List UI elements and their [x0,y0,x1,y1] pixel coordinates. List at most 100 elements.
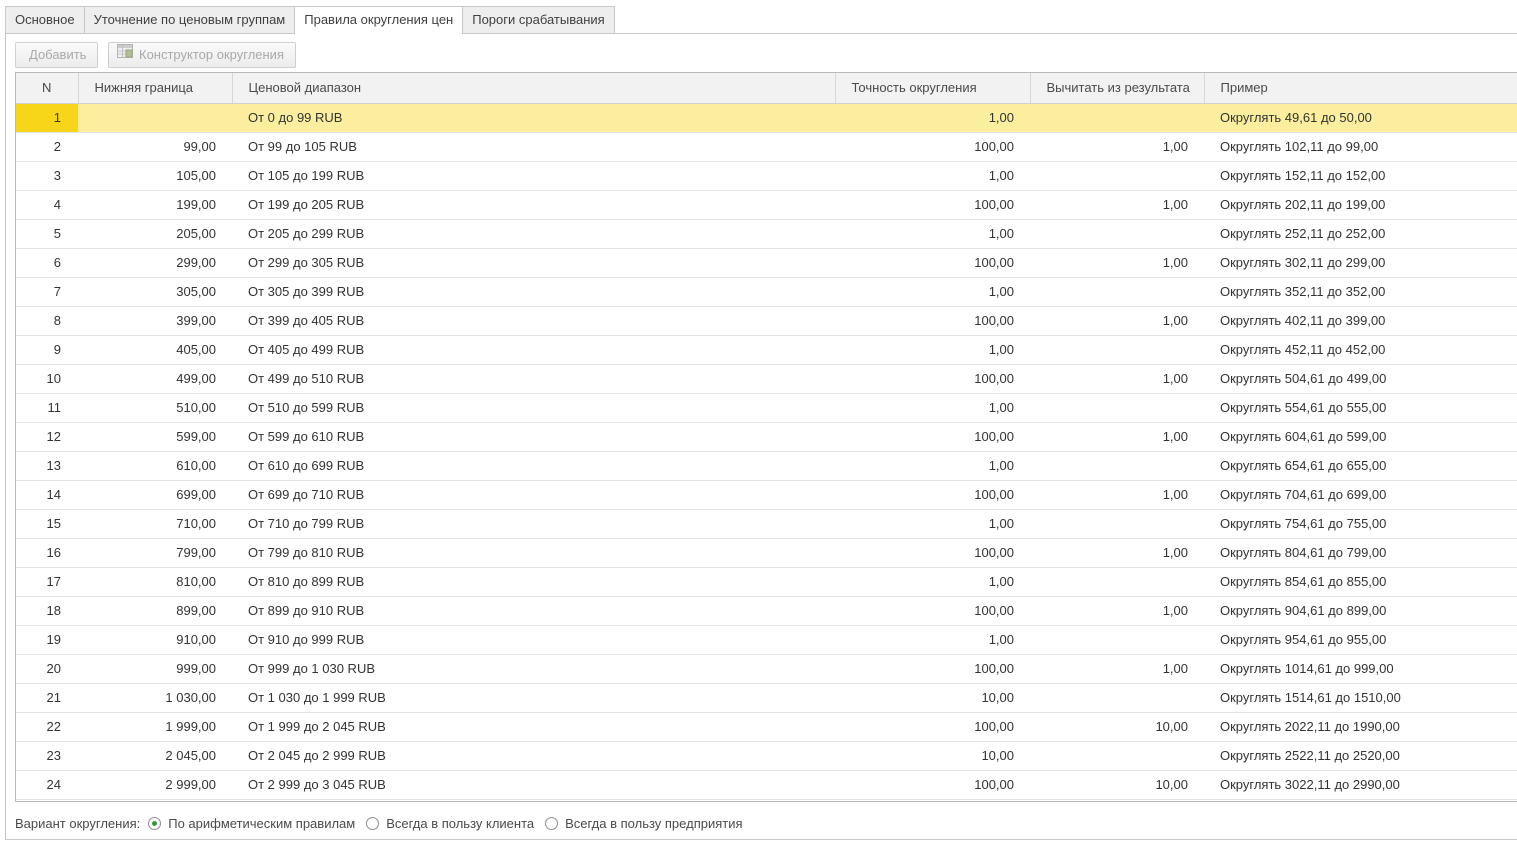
cell-example[interactable]: Округлять 102,11 до 99,00 [1204,132,1517,162]
cell-precision[interactable]: 1,00 [835,103,1030,133]
cell-price-range[interactable]: От 999 до 1 030 RUB [232,654,835,684]
cell-n[interactable]: 4 [16,190,78,220]
cell-subtract[interactable] [1030,567,1204,597]
cell-n[interactable]: 6 [16,248,78,278]
cell-n[interactable]: 13 [16,451,78,481]
cell-n[interactable]: 18 [16,596,78,626]
table-row[interactable]: 7 305,00 От 305 до 399 RUB 1,00 Округлять 35… [16,277,1517,307]
radio-arithmetic[interactable]: По арифметическим правилам [148,816,355,831]
cell-subtract[interactable]: 10,00 [1030,712,1204,742]
cell-subtract[interactable] [1030,335,1204,365]
cell-precision[interactable]: 1,00 [835,277,1030,307]
cell-subtract[interactable]: 1,00 [1030,190,1204,220]
cell-n[interactable]: 19 [16,625,78,655]
cell-precision[interactable]: 100,00 [835,770,1030,800]
cell-example[interactable]: Округлять 704,61 до 699,00 [1204,480,1517,510]
radio-enterprise[interactable]: Всегда в пользу предприятия [545,816,743,831]
radio-client-circle[interactable] [366,816,380,830]
cell-subtract[interactable] [1030,393,1204,423]
cell-n[interactable]: 9 [16,335,78,365]
cell-lower-bound[interactable]: 999,00 [78,654,232,684]
cell-precision[interactable]: 10,00 [835,683,1030,713]
cell-price-range[interactable]: От 0 до 99 RUB [232,103,835,133]
cell-price-range[interactable]: От 610 до 699 RUB [232,451,835,481]
cell-example[interactable]: Округлять 1014,61 до 999,00 [1204,654,1517,684]
table-row[interactable]: 16 799,00 От 799 до 810 RUB 100,00 1,00 Округ… [16,538,1517,568]
column-header-subtract[interactable]: Вычитать из результата [1030,73,1205,104]
cell-precision[interactable]: 100,00 [835,306,1030,336]
cell-precision[interactable]: 1,00 [835,335,1030,365]
cell-n[interactable]: 12 [16,422,78,452]
cell-lower-bound[interactable]: 405,00 [78,335,232,365]
cell-precision[interactable]: 1,00 [835,393,1030,423]
cell-subtract[interactable] [1030,161,1204,191]
cell-price-range[interactable]: От 105 до 199 RUB [232,161,835,191]
cell-lower-bound[interactable]: 1 030,00 [78,683,232,713]
tab-main[interactable]: Основное [5,6,84,34]
cell-n[interactable]: 20 [16,654,78,684]
cell-price-range[interactable]: От 1 999 до 2 045 RUB [232,712,835,742]
cell-subtract[interactable]: 1,00 [1030,364,1204,394]
table-row[interactable]: 1 От 0 до 99 RUB 1,00 Округлять 49,61 до 50… [16,103,1517,133]
cell-price-range[interactable]: От 599 до 610 RUB [232,422,835,452]
cell-subtract[interactable] [1030,741,1204,771]
cell-lower-bound[interactable]: 205,00 [78,219,232,249]
cell-example[interactable]: Округлять 554,61 до 555,00 [1204,393,1517,423]
cell-n[interactable]: 11 [16,393,78,423]
radio-enterprise-circle[interactable] [545,816,559,830]
cell-lower-bound[interactable] [78,103,232,133]
cell-precision[interactable]: 1,00 [835,625,1030,655]
table-row[interactable]: 23 2 045,00 От 2 045 до 2 999 RUB 10,00 Окру… [16,741,1517,771]
cell-subtract[interactable] [1030,683,1204,713]
cell-subtract[interactable]: 1,00 [1030,132,1204,162]
cell-n[interactable]: 2 [16,132,78,162]
cell-n[interactable]: 7 [16,277,78,307]
cell-example[interactable]: Округлять 904,61 до 899,00 [1204,596,1517,626]
cell-price-range[interactable]: От 199 до 205 RUB [232,190,835,220]
rounding-constructor-button[interactable]: Конструктор округления [108,42,296,68]
cell-lower-bound[interactable]: 799,00 [78,538,232,568]
cell-example[interactable]: Округлять 854,61 до 855,00 [1204,567,1517,597]
cell-subtract[interactable]: 1,00 [1030,422,1204,452]
add-button[interactable]: Добавить [15,42,98,68]
table-row[interactable]: 2 99,00 От 99 до 105 RUB 100,00 1,00 Округлят… [16,132,1517,162]
cell-precision[interactable]: 1,00 [835,509,1030,539]
cell-lower-bound[interactable]: 399,00 [78,306,232,336]
table-row[interactable]: 24 2 999,00 От 2 999 до 3 045 RUB 100,00 10,… [16,770,1517,800]
cell-lower-bound[interactable]: 305,00 [78,277,232,307]
column-header-precision[interactable]: Точность округления [835,73,1031,104]
cell-example[interactable]: Округлять 804,61 до 799,00 [1204,538,1517,568]
cell-price-range[interactable]: От 899 до 910 RUB [232,596,835,626]
cell-example[interactable]: Округлять 402,11 до 399,00 [1204,306,1517,336]
cell-precision[interactable]: 100,00 [835,538,1030,568]
radio-client[interactable]: Всегда в пользу клиента [366,816,534,831]
cell-n[interactable]: 10 [16,364,78,394]
cell-n[interactable]: 16 [16,538,78,568]
cell-precision[interactable]: 100,00 [835,654,1030,684]
cell-n[interactable]: 15 [16,509,78,539]
cell-lower-bound[interactable]: 199,00 [78,190,232,220]
cell-subtract[interactable]: 10,00 [1030,770,1204,800]
cell-precision[interactable]: 100,00 [835,712,1030,742]
table-row[interactable]: 18 899,00 От 899 до 910 RUB 100,00 1,00 Округ… [16,596,1517,626]
cell-subtract[interactable] [1030,277,1204,307]
cell-n[interactable]: 17 [16,567,78,597]
column-header-example[interactable]: Пример [1204,73,1517,104]
cell-example[interactable]: Округлять 302,11 до 299,00 [1204,248,1517,278]
cell-example[interactable]: Округлять 49,61 до 50,00 [1204,103,1517,133]
table-row[interactable]: 21 1 030,00 От 1 030 до 1 999 RUB 10,00 Окру… [16,683,1517,713]
cell-subtract[interactable]: 1,00 [1030,248,1204,278]
cell-lower-bound[interactable]: 499,00 [78,364,232,394]
cell-example[interactable]: Округлять 654,61 до 655,00 [1204,451,1517,481]
cell-subtract[interactable]: 1,00 [1030,306,1204,336]
cell-subtract[interactable] [1030,219,1204,249]
column-header-n[interactable]: N [16,73,79,104]
cell-lower-bound[interactable]: 910,00 [78,625,232,655]
cell-subtract[interactable]: 1,00 [1030,480,1204,510]
cell-precision[interactable]: 100,00 [835,190,1030,220]
cell-subtract[interactable] [1030,451,1204,481]
cell-n[interactable]: 22 [16,712,78,742]
cell-lower-bound[interactable]: 99,00 [78,132,232,162]
cell-n[interactable]: 1 [16,103,78,133]
cell-price-range[interactable]: От 1 030 до 1 999 RUB [232,683,835,713]
